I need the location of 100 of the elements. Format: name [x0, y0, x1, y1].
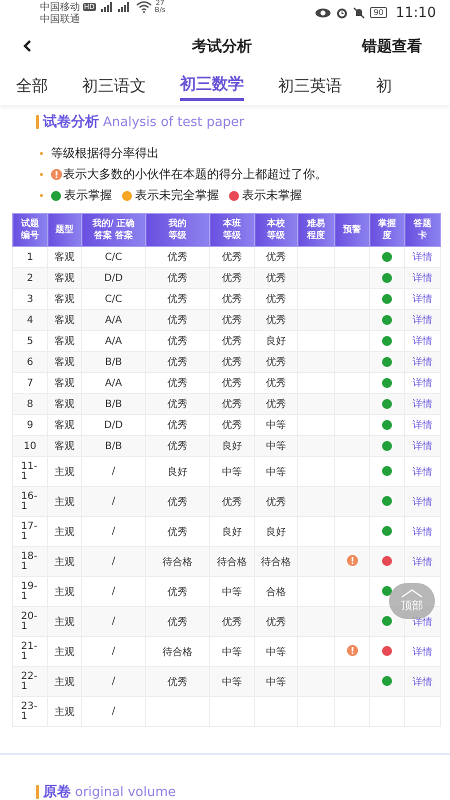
question-number: 6 — [26, 358, 34, 368]
wrong-questions-button[interactable]: 错题查看 — [362, 36, 422, 56]
question-number: 7 — [26, 378, 34, 388]
table-cell: / — [112, 526, 116, 537]
table-cell: 优秀 — [168, 294, 188, 305]
table-cell: 优秀 — [222, 420, 242, 431]
column-header: 本班 等级 — [210, 214, 254, 246]
table-cell: B/B — [104, 398, 122, 410]
table-cell: / — [112, 706, 116, 717]
question-number: 20-1 — [21, 612, 38, 632]
table-cell: C/C — [104, 294, 122, 304]
eye-icon — [315, 8, 332, 18]
table-cell: 待合格 — [261, 556, 291, 568]
table-cell: 良好 — [266, 336, 286, 347]
question-number: 2 — [26, 274, 34, 284]
table-cell: 客观 — [54, 315, 74, 326]
question-number: 10 — [24, 442, 36, 452]
table-cell: 中等 — [222, 466, 242, 478]
accent-bar — [36, 115, 39, 129]
table-cell: 优秀 — [222, 336, 242, 347]
question-number: 4 — [26, 316, 34, 326]
table-cell: / — [112, 496, 116, 507]
table-cell: 优秀 — [266, 378, 286, 389]
table-cell: 待合格 — [217, 556, 247, 568]
question-number: 11-1 — [21, 462, 38, 482]
table-cell: 良好 — [222, 526, 242, 538]
table-cell: 主观 — [54, 556, 74, 568]
bullet-icon — [40, 194, 43, 197]
column-header: 难易 程度 — [298, 214, 334, 246]
back-icon[interactable] — [22, 39, 32, 53]
table-cell: 客观 — [54, 441, 74, 452]
column-header: 我的/ 正确 答案 答案 — [82, 214, 146, 246]
table-cell: 客观 — [54, 273, 74, 284]
column-header: 本校 等级 — [254, 214, 298, 246]
table-cell: / — [112, 616, 116, 627]
table-cell: 优秀 — [222, 357, 242, 368]
table-cell: / — [112, 556, 116, 567]
table-cell: 优秀 — [168, 252, 188, 263]
note-text: 表示大多数的小伙伴在本题的得分上都超过了你。 — [63, 166, 327, 183]
table-cell: 主观 — [54, 496, 74, 508]
table-cell: / — [112, 676, 116, 687]
table-cell: 客观 — [54, 399, 74, 410]
table-cell: 待合格 — [162, 556, 192, 568]
table-cell: 主观 — [54, 676, 74, 688]
table-cell: 良好 — [222, 441, 242, 452]
table-cell: D/D — [104, 420, 123, 430]
table-cell: 优秀 — [168, 420, 188, 431]
page-title: 考试分析 — [192, 36, 252, 56]
subject-tab[interactable]: 初 — [376, 67, 392, 101]
bell-off-icon — [353, 6, 366, 18]
table-cell: 优秀 — [222, 496, 242, 508]
question-number: 17-1 — [21, 522, 38, 542]
bullet-icon — [40, 152, 43, 155]
table-cell: B/B — [104, 356, 122, 368]
question-number: 22-1 — [21, 672, 38, 692]
table-cell: 优秀 — [222, 399, 242, 410]
note-text: 等级根据得分率得出 — [51, 145, 159, 162]
table-cell: A/A — [104, 378, 122, 388]
table-cell: 优秀 — [266, 399, 286, 410]
carrier-name: 中国移动 — [40, 2, 80, 12]
table-cell: 优秀 — [266, 273, 286, 284]
table-cell: 优秀 — [266, 357, 286, 368]
question-number: 23-1 — [21, 702, 38, 722]
question-number: 8 — [26, 400, 34, 410]
accent-bar — [36, 785, 39, 799]
legend-label: 表示未完全掌握 — [135, 187, 219, 204]
table-cell: 优秀 — [168, 315, 188, 326]
table-cell: 优秀 — [222, 315, 242, 326]
subject-tab[interactable]: 初三英语 — [278, 67, 342, 101]
column-header: 题型 — [48, 214, 82, 246]
table-cell: 中等 — [222, 676, 242, 688]
subject-tab[interactable]: 初三数学 — [180, 67, 244, 101]
section-title: 原卷 — [43, 783, 71, 800]
legend-label: 表示未掌握 — [242, 187, 302, 204]
warning-icon — [51, 169, 62, 180]
table-cell: 优秀 — [168, 273, 188, 284]
section-subtitle: original volume — [75, 784, 176, 800]
table-cell: 中等 — [266, 441, 286, 452]
table-cell: D/D — [104, 272, 123, 284]
table-cell: 良好 — [266, 526, 286, 538]
question-number: 5 — [26, 336, 34, 346]
table-cell: / — [112, 646, 116, 657]
subject-tab[interactable]: 全部 — [16, 67, 48, 101]
question-number: 21-1 — [21, 642, 38, 662]
column-header: 预警 — [334, 214, 370, 246]
question-number: 19-1 — [21, 582, 38, 602]
table-cell: 良好 — [168, 466, 188, 478]
table-cell: 主观 — [54, 706, 74, 718]
table-cell: 主观 — [54, 526, 74, 538]
question-number: 1 — [26, 252, 34, 262]
table-cell: 客观 — [54, 378, 74, 389]
table-cell: 中等 — [266, 676, 286, 688]
column-header: 试题 编号 — [12, 214, 48, 246]
table-cell: 中等 — [266, 420, 286, 431]
column-header: 我的 等级 — [146, 214, 210, 246]
subject-tab[interactable]: 初三语文 — [82, 67, 146, 101]
question-number: 9 — [26, 420, 34, 430]
table-cell: 中等 — [222, 646, 242, 658]
column-header: 答题 卡 — [404, 214, 440, 246]
table-cell: B/B — [104, 440, 122, 452]
